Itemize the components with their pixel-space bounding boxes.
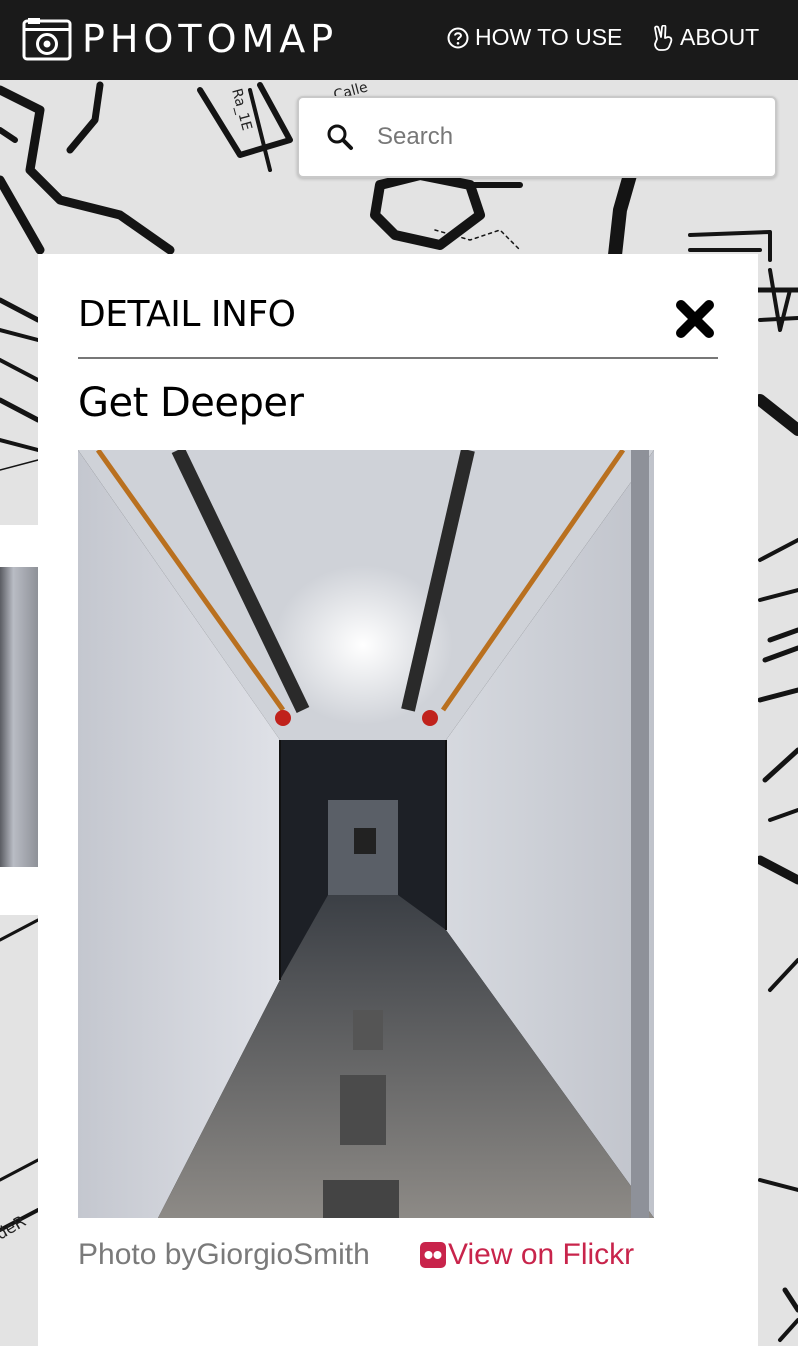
detail-photo: [78, 450, 654, 1218]
photo-card-partial[interactable]: [0, 525, 40, 915]
detail-panel: DETAIL INFO Get Deeper Photo byGiorgioSm…: [38, 254, 758, 1346]
top-navbar: PHOTOMAP HOW TO USE ABOUT: [0, 0, 798, 80]
view-on-flickr-link[interactable]: View on Flickr: [420, 1238, 634, 1272]
credit-prefix: Photo by: [78, 1238, 197, 1271]
photo-credit: Photo byGiorgioSmith: [78, 1238, 370, 1272]
flickr-icon: [420, 1242, 446, 1268]
view-on-flickr-label: View on Flickr: [448, 1238, 635, 1271]
search-box: [297, 96, 777, 178]
hand-peace-icon: [654, 24, 673, 51]
nav-about[interactable]: ABOUT: [652, 24, 759, 51]
divider: [78, 357, 718, 359]
close-icon[interactable]: [674, 298, 716, 340]
question-circle-icon: [447, 27, 469, 48]
photo-title: Get Deeper: [78, 380, 304, 426]
nav-how-to-use[interactable]: HOW TO USE: [447, 24, 622, 51]
app-name: PHOTOMAP: [82, 17, 339, 61]
nav-about-label: ABOUT: [680, 24, 760, 50]
search-input[interactable]: [375, 122, 739, 152]
camera-logo-icon: [22, 18, 72, 61]
search-icon[interactable]: [325, 122, 355, 152]
panel-title: DETAIL INFO: [78, 294, 296, 335]
credit-author: GiorgioSmith: [196, 1238, 370, 1271]
photo-thumbnail[interactable]: [0, 567, 38, 867]
app-logo[interactable]: PHOTOMAP: [22, 14, 338, 64]
nav-how-to-use-label: HOW TO USE: [475, 24, 623, 50]
